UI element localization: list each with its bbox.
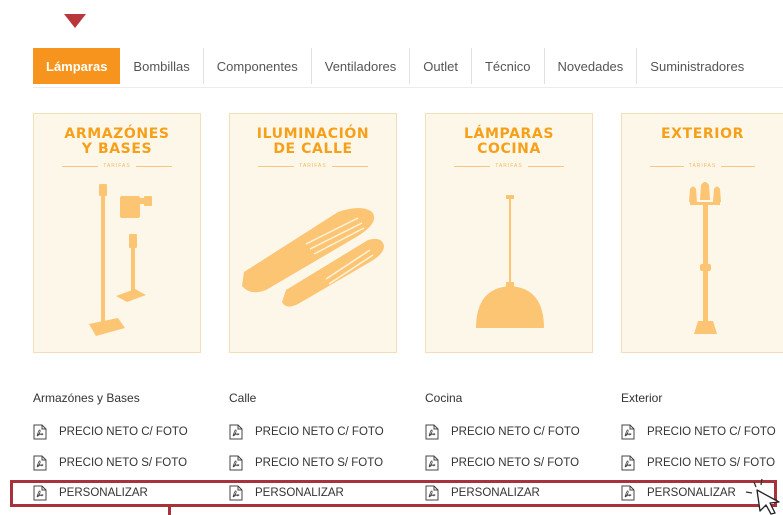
click-cursor-icon bbox=[745, 478, 780, 515]
card-title: LÁMPARAS COCINA bbox=[464, 126, 554, 157]
download-link-sin-foto[interactable]: PRECIO NETO S/ FOTO bbox=[229, 454, 383, 472]
pdf-icon bbox=[425, 485, 439, 501]
download-link-personalizar[interactable]: PERSONALIZAR bbox=[425, 484, 540, 502]
category-card-calle[interactable]: ILUMINACIÓN DE CALLE TARIFAS bbox=[229, 113, 397, 353]
category-card-cocina[interactable]: LÁMPARAS COCINA TARIFAS bbox=[425, 113, 593, 353]
pdf-icon bbox=[425, 455, 439, 471]
link-label: PRECIO NETO S/ FOTO bbox=[59, 457, 188, 469]
link-label: PRECIO NETO C/ FOTO bbox=[255, 426, 384, 438]
card-subtitle: TARIFAS bbox=[299, 163, 327, 169]
column-title: Calle bbox=[229, 391, 257, 405]
price-list-column-armazones: Armazónes y Bases PRECIO NETO C/ FOTO PR… bbox=[33, 390, 223, 501]
tab-novedades[interactable]: Novedades bbox=[545, 48, 638, 84]
card-title: ILUMINACIÓN DE CALLE bbox=[256, 126, 370, 157]
price-list-column-calle: Calle PRECIO NETO C/ FOTO PRECIO NETO S/… bbox=[229, 390, 419, 501]
download-link-con-foto[interactable]: PRECIO NETO C/ FOTO bbox=[621, 423, 776, 441]
price-list-column-exterior: Exterior PRECIO NETO C/ FOTO PRECIO NETO… bbox=[621, 390, 781, 501]
link-label: PRECIO NETO C/ FOTO bbox=[647, 426, 776, 438]
price-list-column-cocina: Cocina PRECIO NETO C/ FOTO PRECIO NETO S… bbox=[425, 390, 615, 501]
pdf-icon bbox=[425, 424, 439, 440]
download-link-con-foto[interactable]: PRECIO NETO C/ FOTO bbox=[425, 423, 580, 441]
link-label: PERSONALIZAR bbox=[451, 487, 540, 499]
tab-bombillas[interactable]: Bombillas bbox=[120, 48, 204, 84]
pdf-icon bbox=[33, 455, 47, 471]
pdf-icon bbox=[229, 455, 243, 471]
download-link-sin-foto[interactable]: PRECIO NETO S/ FOTO bbox=[33, 454, 187, 472]
tab-suministradores[interactable]: Suministradores bbox=[637, 48, 757, 84]
down-arrow-marker bbox=[64, 14, 86, 28]
pdf-icon bbox=[33, 424, 47, 440]
category-card-armazones[interactable]: ARMAZÓNES Y BASES TARIFAS bbox=[33, 113, 201, 353]
pdf-icon bbox=[621, 485, 635, 501]
card-subtitle: TARIFAS bbox=[103, 163, 131, 169]
tab-outlet[interactable]: Outlet bbox=[410, 48, 472, 84]
card-title: ARMAZÓNES Y BASES bbox=[64, 126, 170, 157]
link-label: PRECIO NETO S/ FOTO bbox=[647, 457, 776, 469]
download-link-personalizar[interactable]: PERSONALIZAR bbox=[621, 484, 736, 502]
link-label: PERSONALIZAR bbox=[59, 487, 148, 499]
column-title: Exterior bbox=[621, 391, 663, 405]
link-label: PRECIO NETO S/ FOTO bbox=[255, 457, 384, 469]
download-link-personalizar[interactable]: PERSONALIZAR bbox=[229, 484, 344, 502]
link-label: PERSONALIZAR bbox=[647, 487, 736, 499]
tab-tecnico[interactable]: Técnico bbox=[472, 48, 545, 84]
link-label: PRECIO NETO S/ FOTO bbox=[451, 457, 580, 469]
link-label: PRECIO NETO C/ FOTO bbox=[451, 426, 580, 438]
column-title: Armazónes y Bases bbox=[33, 391, 140, 405]
download-link-sin-foto[interactable]: PRECIO NETO S/ FOTO bbox=[621, 454, 775, 472]
download-link-con-foto[interactable]: PRECIO NETO C/ FOTO bbox=[229, 423, 384, 441]
tabs-divider bbox=[33, 87, 783, 88]
pdf-icon bbox=[33, 485, 47, 501]
link-label: PERSONALIZAR bbox=[255, 487, 344, 499]
lamp-post-icon bbox=[689, 182, 721, 334]
category-tabs: Lámparas Bombillas Componentes Ventilado… bbox=[33, 48, 757, 84]
card-subtitle: TARIFAS bbox=[688, 163, 717, 169]
tab-componentes[interactable]: Componentes bbox=[204, 48, 312, 84]
pdf-icon bbox=[621, 424, 635, 440]
download-link-con-foto[interactable]: PRECIO NETO C/ FOTO bbox=[33, 423, 188, 441]
link-label: PRECIO NETO C/ FOTO bbox=[59, 426, 188, 438]
download-link-personalizar[interactable]: PERSONALIZAR bbox=[33, 484, 148, 502]
tab-lamparas[interactable]: Lámparas bbox=[33, 48, 121, 84]
category-card-exterior[interactable]: EXTERIOR TARIFAS bbox=[621, 113, 783, 353]
card-title: EXTERIOR bbox=[661, 126, 744, 142]
column-title: Cocina bbox=[425, 391, 463, 405]
pdf-icon bbox=[229, 485, 243, 501]
pdf-icon bbox=[229, 424, 243, 440]
card-subtitle: TARIFAS bbox=[495, 163, 523, 169]
tab-ventiladores[interactable]: Ventiladores bbox=[312, 48, 411, 84]
download-link-sin-foto[interactable]: PRECIO NETO S/ FOTO bbox=[425, 454, 579, 472]
pdf-icon bbox=[621, 455, 635, 471]
highlight-connector bbox=[168, 507, 171, 515]
